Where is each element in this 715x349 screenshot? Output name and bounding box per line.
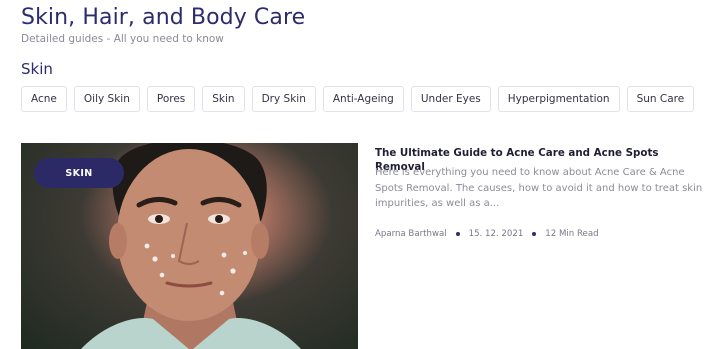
tag-skin[interactable]: Skin bbox=[202, 86, 245, 112]
tag-sun-care[interactable]: Sun Care bbox=[626, 86, 695, 112]
tag-hyperpigmentation[interactable]: Hyperpigmentation bbox=[497, 86, 620, 112]
article-read-time: 12 Min Read bbox=[545, 229, 599, 239]
meta-separator-dot bbox=[532, 232, 537, 236]
tag-pores[interactable]: Pores bbox=[146, 86, 196, 112]
article-meta: Aparna Barthwal 15. 12. 2021 12 Min Read bbox=[375, 229, 599, 239]
tag-dry-skin[interactable]: Dry Skin bbox=[251, 86, 316, 112]
article-date: 15. 12. 2021 bbox=[468, 229, 524, 239]
page-title: Skin, Hair, and Body Care bbox=[21, 5, 306, 30]
page-subtitle: Detailed guides - All you need to know bbox=[21, 33, 224, 45]
meta-separator-dot bbox=[455, 232, 460, 236]
tag-acne[interactable]: Acne bbox=[21, 86, 67, 112]
category-badge[interactable]: SKIN bbox=[34, 158, 124, 188]
article-excerpt: Here is everything you need to know abou… bbox=[375, 167, 703, 209]
tag-oily-skin[interactable]: Oily Skin bbox=[73, 86, 140, 112]
section-title: Skin bbox=[21, 60, 53, 78]
tag-list: Acne Oily Skin Pores Skin Dry Skin Anti-… bbox=[21, 86, 695, 112]
tag-anti-ageing[interactable]: Anti-Ageing bbox=[322, 86, 404, 112]
tag-under-eyes[interactable]: Under Eyes bbox=[410, 86, 491, 112]
article-author[interactable]: Aparna Barthwal bbox=[375, 229, 447, 239]
